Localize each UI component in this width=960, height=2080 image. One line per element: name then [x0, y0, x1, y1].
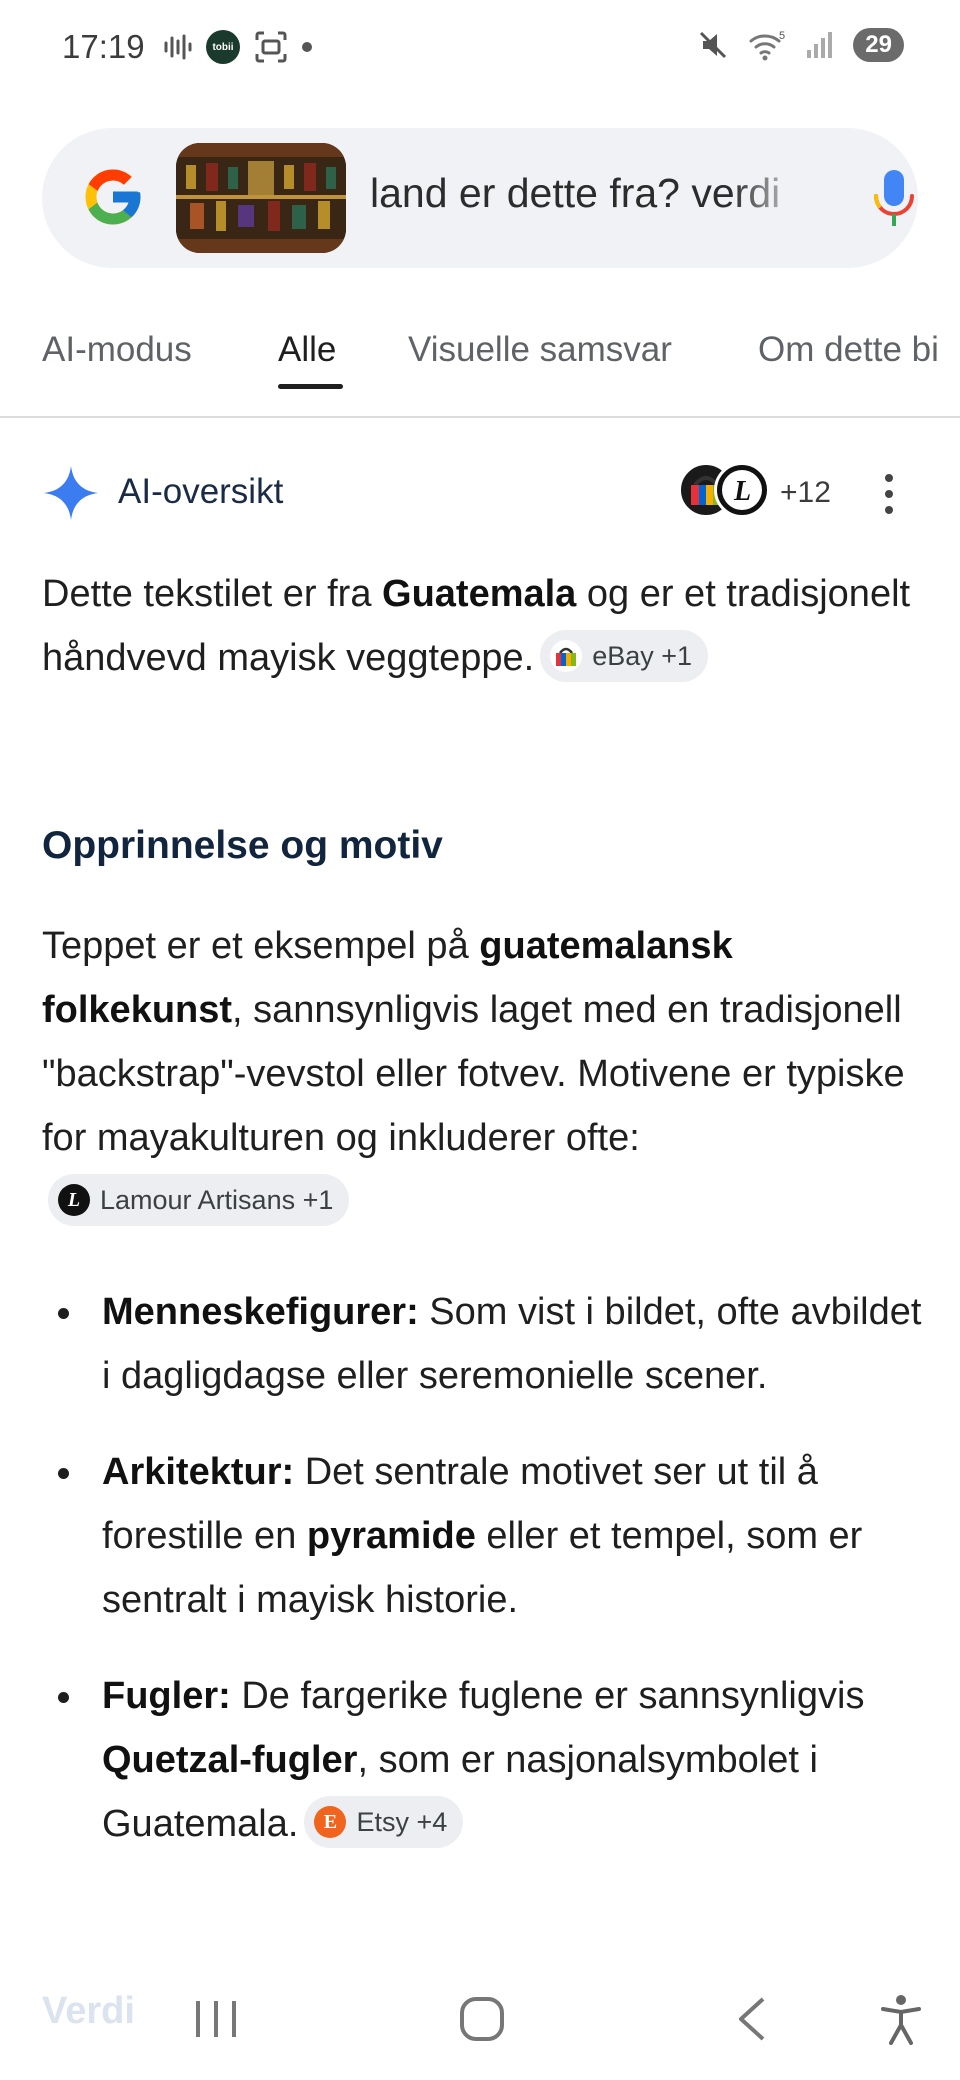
accessibility-icon[interactable]: [876, 1984, 926, 2054]
intro-paragraph: Dette tekstilet er fra Guatemala og er e…: [42, 562, 922, 690]
signal-icon: [805, 28, 835, 62]
status-right-icons: 5 29: [697, 28, 904, 62]
status-time: 17:19: [62, 28, 145, 65]
status-bar: 17:19 tobii 5 29: [0, 0, 960, 100]
source-chip-ebay[interactable]: eBay +1: [540, 629, 709, 682]
gemini-sparkle-icon: [44, 466, 98, 520]
sound-wave-icon: [162, 30, 192, 64]
status-left-icons: tobii: [162, 30, 312, 64]
search-query-text[interactable]: land er dette fra? verdi: [370, 170, 810, 217]
source-chip-etsy[interactable]: E Etsy +4: [304, 1795, 464, 1848]
list-item-architecture: Arkitektur: Det sentrale motivet ser ut …: [42, 1440, 922, 1632]
motif-list: Menneskefigurer: Som vist i bildet, ofte…: [42, 1280, 922, 1856]
source-chip-lamour[interactable]: L Lamour Artisans +1: [48, 1173, 350, 1226]
faded-overlay-text: Verdi: [42, 1990, 135, 2032]
ai-overview-header: AI-oversikt L +12: [42, 462, 918, 522]
system-nav-bar: Verdi: [0, 1960, 960, 2080]
microphone-icon[interactable]: [872, 168, 916, 230]
lamour-chip-label: Lamour Artisans +1: [100, 1184, 334, 1215]
ebay-chip-icon: [550, 639, 583, 672]
notification-dot-icon: [302, 42, 312, 52]
lamour-chip-icon: L: [58, 1183, 90, 1216]
more-options-icon[interactable]: [882, 474, 896, 514]
back-icon[interactable]: [726, 1984, 776, 2054]
list-item-birds: Fugler: De fargerike fuglene er sannsynl…: [42, 1664, 922, 1856]
recent-apps-icon[interactable]: [186, 1984, 246, 2054]
mute-icon: [697, 28, 729, 62]
battery-indicator: 29: [853, 28, 904, 62]
tab-ai-mode[interactable]: AI-modus: [42, 330, 192, 370]
search-bar[interactable]: land er dette fra? verdi: [42, 128, 918, 268]
etsy-chip-label: Etsy +4: [356, 1806, 448, 1837]
home-icon[interactable]: [452, 1984, 512, 2054]
tab-all[interactable]: Alle: [278, 330, 336, 370]
tab-about-image[interactable]: Om dette bi: [758, 330, 939, 370]
intro-bold-country: Guatemala: [382, 573, 577, 615]
wifi-icon: 5: [747, 28, 787, 62]
ebay-chip-label: eBay +1: [592, 640, 693, 671]
tobii-icon: tobii: [206, 30, 240, 64]
list-item-human-figures: Menneskefigurer: Som vist i bildet, ofte…: [42, 1280, 922, 1408]
svg-text:L: L: [733, 476, 751, 507]
source-avatars[interactable]: L: [678, 462, 774, 522]
tab-visual-matches[interactable]: Visuelle samsvar: [408, 330, 672, 370]
section-heading: Opprinnelse og motiv: [42, 824, 443, 867]
ai-overview-title: AI-oversikt: [118, 472, 284, 511]
bullet-bold-pyramid: pyramide: [306, 1515, 476, 1557]
wifi-badge: 5: [779, 30, 785, 42]
sources-count[interactable]: +12: [780, 476, 831, 510]
section-text-1: Teppet er et eksempel på: [42, 925, 480, 967]
intro-text-1: Dette tekstilet er fra: [42, 573, 383, 615]
query-image-thumbnail[interactable]: [176, 143, 346, 253]
section-paragraph: Teppet er et eksempel på guatemalansk fo…: [42, 914, 922, 1234]
google-logo-icon[interactable]: [80, 164, 146, 230]
bullet-text: De fargerike fuglene er sannsynligvis: [230, 1675, 865, 1717]
bullet-title: Menneskefigurer:: [102, 1291, 419, 1333]
screen-capture-icon: [254, 30, 288, 64]
search-tabs: AI-modus Alle Visuelle samsvar Om dette …: [0, 300, 960, 418]
lamour-source-icon: L: [714, 462, 770, 518]
bullet-bold-quetzal: Quetzal-fugler: [102, 1739, 358, 1781]
active-tab-indicator: [278, 384, 343, 389]
etsy-chip-icon: E: [314, 1805, 347, 1838]
bullet-title: Arkitektur:: [102, 1451, 295, 1493]
bullet-title: Fugler:: [102, 1675, 231, 1717]
